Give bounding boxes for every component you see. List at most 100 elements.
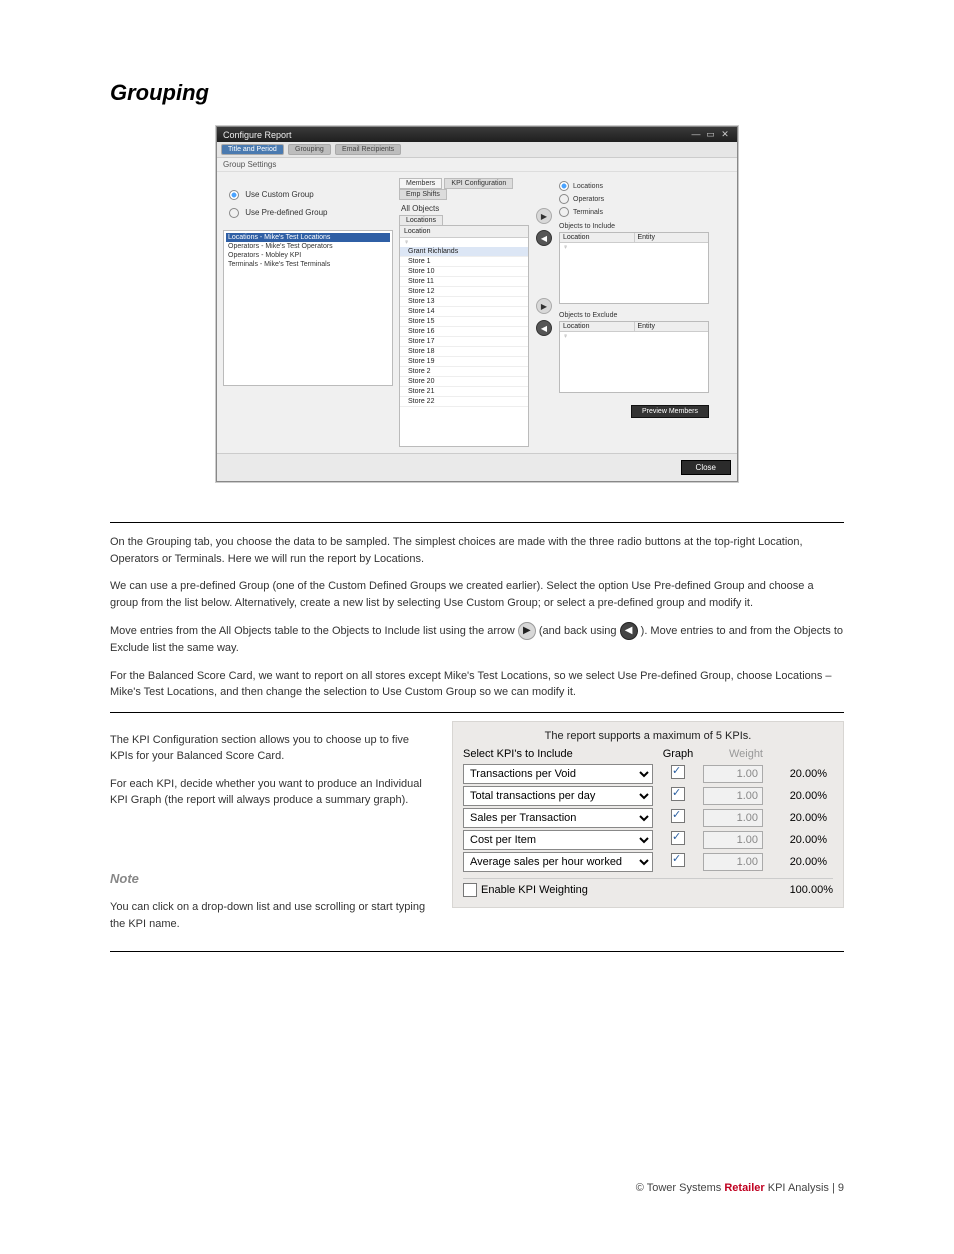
table-row[interactable]: Store 22 [400, 397, 528, 407]
column-header-entity[interactable]: Entity [635, 322, 709, 331]
table-row[interactable]: Store 13 [400, 297, 528, 307]
radio-dot-icon [229, 208, 239, 218]
table-row[interactable]: Store 2 [400, 367, 528, 377]
checkbox-icon[interactable] [463, 883, 477, 897]
radio-operators[interactable]: Operators [559, 194, 709, 204]
table-row[interactable]: Store 12 [400, 287, 528, 297]
kpi-select[interactable]: Sales per Transaction [463, 808, 653, 828]
weight-input[interactable] [703, 765, 763, 783]
table-row[interactable]: Store 10 [400, 267, 528, 277]
table-row[interactable]: Store 1 [400, 257, 528, 267]
body-paragraph: You can click on a drop-down list and us… [110, 899, 432, 932]
arrow-remove-include-icon[interactable]: ◀ [536, 230, 552, 246]
graph-checkbox[interactable] [671, 809, 685, 823]
radio-use-custom-group[interactable]: Use Custom Group [229, 190, 393, 200]
transfer-arrows: ▶ ◀ ▶ ◀ [535, 178, 553, 336]
table-row[interactable]: Store 11 [400, 277, 528, 287]
divider [110, 951, 844, 952]
table-row[interactable]: Store 19 [400, 357, 528, 367]
table-row[interactable]: Store 21 [400, 387, 528, 397]
filter-row[interactable]: ♀ [400, 238, 528, 247]
tab-grouping[interactable]: Grouping [288, 144, 331, 155]
close-button[interactable]: Close [681, 460, 731, 475]
configure-report-window: Configure Report — ▭ ✕ Title and Period … [216, 126, 738, 482]
maximize-icon[interactable]: ▭ [704, 129, 716, 140]
radio-use-predefined-group[interactable]: Use Pre-defined Group [229, 208, 393, 218]
body-paragraph: On the Grouping tab, you choose the data… [110, 534, 844, 567]
kpi-row: Sales per Transaction 20.00% [463, 808, 833, 828]
table-row[interactable]: Store 16 [400, 327, 528, 337]
locations-tab[interactable]: Locations [399, 215, 443, 225]
close-icon[interactable]: ✕ [719, 129, 731, 140]
weight-input[interactable] [703, 787, 763, 805]
list-item[interactable]: Terminals - Mike's Test Terminals [226, 260, 390, 269]
weight-input[interactable] [703, 831, 763, 849]
table-row[interactable]: Grant Richlands [400, 247, 528, 257]
window-controls: — ▭ ✕ [690, 129, 731, 140]
table-row[interactable]: Store 18 [400, 347, 528, 357]
radio-label: Locations [573, 183, 603, 190]
subtab-kpi-configuration[interactable]: KPI Configuration [444, 178, 513, 189]
column-header-location[interactable]: Location [560, 233, 635, 242]
body-paragraph: We can use a pre-defined Group (one of t… [110, 578, 844, 611]
filter-row[interactable]: ♀ [560, 243, 708, 252]
subtab-members[interactable]: Members [399, 178, 442, 189]
enable-kpi-weighting[interactable]: Enable KPI Weighting [463, 883, 773, 897]
table-row[interactable]: Store 14 [400, 307, 528, 317]
kpi-select[interactable]: Transactions per Void [463, 764, 653, 784]
list-item[interactable]: Operators - Mike's Test Operators [226, 242, 390, 251]
select-kpi-label: Select KPI's to Include [463, 748, 653, 760]
graph-checkbox[interactable] [671, 853, 685, 867]
radio-terminals[interactable]: Terminals [559, 207, 709, 217]
kpi-row: Transactions per Void 20.00% [463, 764, 833, 784]
list-item[interactable]: Operators - Mobley KPI [226, 251, 390, 260]
column-header-location[interactable]: Location [560, 322, 635, 331]
objects-to-exclude-table[interactable]: LocationEntity ♀ [559, 321, 709, 393]
preview-members-button[interactable]: Preview Members [631, 405, 709, 418]
footer-text: KPI Analysis | 9 [765, 1182, 844, 1194]
table-row[interactable]: Store 15 [400, 317, 528, 327]
kpi-row: Total transactions per day 20.00% [463, 786, 833, 806]
body-text: (and back using [539, 625, 620, 637]
arrow-remove-exclude-icon[interactable]: ◀ [536, 320, 552, 336]
divider [110, 712, 844, 713]
divider [110, 522, 844, 523]
kpi-select[interactable]: Total transactions per day [463, 786, 653, 806]
body-paragraph: For the Balanced Score Card, we want to … [110, 668, 844, 701]
objects-to-include-table[interactable]: LocationEntity ♀ [559, 232, 709, 304]
predefined-group-list[interactable]: Locations - Mike's Test Locations Operat… [223, 230, 393, 386]
enable-label: Enable KPI Weighting [481, 883, 588, 895]
minimize-icon[interactable]: — [690, 129, 702, 139]
graph-checkbox[interactable] [671, 787, 685, 801]
group-settings-label: Group Settings [217, 158, 737, 172]
arrow-add-exclude-icon[interactable]: ▶ [536, 298, 552, 314]
all-objects-grid[interactable]: Location ♀ Grant Richlands Store 1 Store… [399, 225, 529, 447]
kpi-max-caption: The report supports a maximum of 5 KPIs. [463, 730, 833, 742]
window-titlebar: Configure Report — ▭ ✕ [217, 127, 737, 142]
weight-input[interactable] [703, 853, 763, 871]
weight-percent: 20.00% [763, 834, 827, 846]
kpi-select[interactable]: Average sales per hour worked [463, 852, 653, 872]
weight-input[interactable] [703, 809, 763, 827]
kpi-row: Average sales per hour worked 20.00% [463, 852, 833, 872]
objects-to-include-label: Objects to Include [559, 223, 709, 230]
tab-title-and-period[interactable]: Title and Period [221, 144, 284, 155]
weight-column-label: Weight [703, 748, 763, 760]
column-header-entity[interactable]: Entity [635, 233, 709, 242]
list-item[interactable]: Locations - Mike's Test Locations [226, 233, 390, 242]
kpi-row: Cost per Item 20.00% [463, 830, 833, 850]
weight-percent: 20.00% [763, 856, 827, 868]
note-label: Note [110, 869, 432, 889]
column-header-location[interactable]: Location [400, 226, 528, 238]
arrow-add-include-icon[interactable]: ▶ [536, 208, 552, 224]
table-row[interactable]: Store 20 [400, 377, 528, 387]
filter-row[interactable]: ♀ [560, 332, 708, 341]
body-paragraph: For each KPI, decide whether you want to… [110, 776, 432, 809]
graph-checkbox[interactable] [671, 765, 685, 779]
radio-locations[interactable]: Locations [559, 181, 709, 191]
tab-email-recipients[interactable]: Email Recipients [335, 144, 401, 155]
graph-checkbox[interactable] [671, 831, 685, 845]
table-row[interactable]: Store 17 [400, 337, 528, 347]
kpi-select[interactable]: Cost per Item [463, 830, 653, 850]
subtab-emp-shifts[interactable]: Emp Shifts [399, 189, 447, 200]
